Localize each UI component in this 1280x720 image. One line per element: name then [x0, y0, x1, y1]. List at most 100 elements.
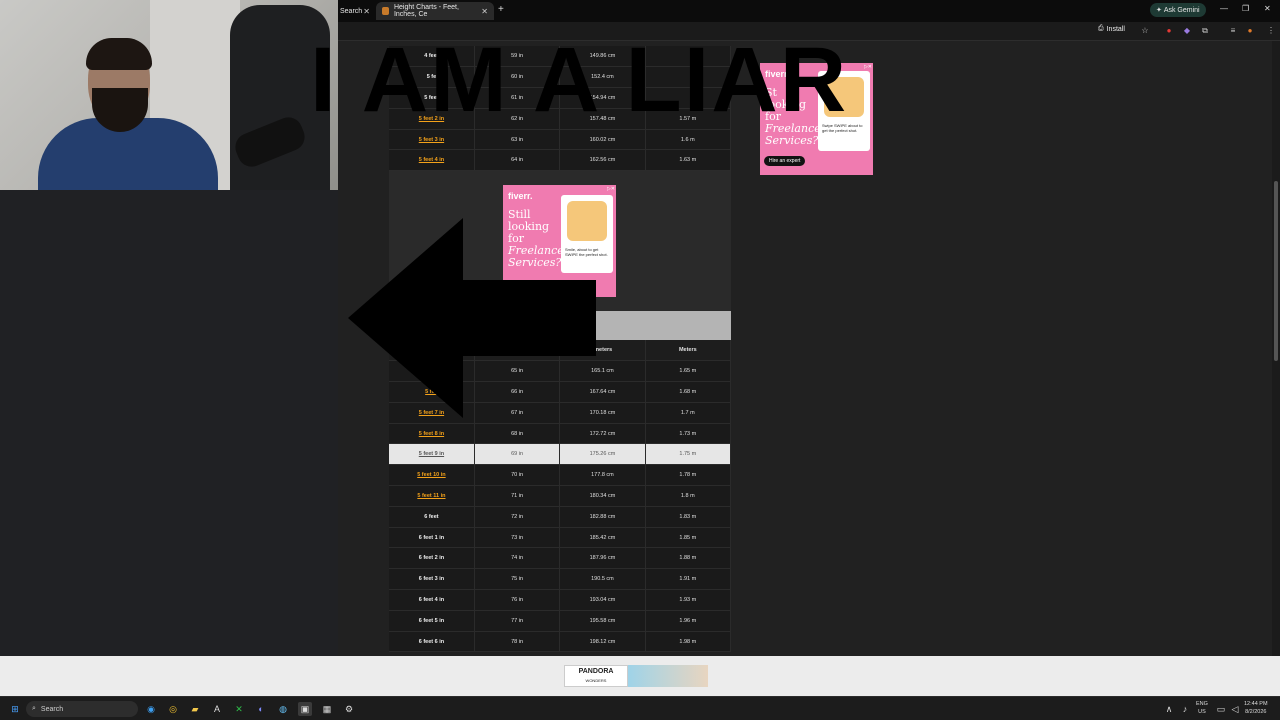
tab-search-label: Search	[340, 7, 363, 15]
ask-gemini-button[interactable]: ✦ Ask Gemini	[1150, 3, 1206, 17]
meters-cell: 1.98 m	[645, 631, 732, 653]
feet-link[interactable]: 5 feet 3 in	[389, 129, 475, 151]
extension-purple-icon[interactable]: ◆	[1182, 26, 1192, 36]
cm-cell: 185.42 cm	[559, 527, 646, 549]
close-icon[interactable]: ✕	[481, 7, 488, 16]
app-grid-icon[interactable]: ▦	[320, 702, 334, 716]
gemini-icon: ✦	[1156, 7, 1164, 14]
new-tab-icon[interactable]: +	[498, 4, 504, 15]
settings-icon[interactable]: ⚙	[342, 702, 356, 716]
pandora-logo: PANDORA WONDERS	[564, 665, 628, 687]
terminal-icon[interactable]: ▣	[298, 702, 312, 716]
cm-cell: 160.02 cm	[559, 129, 646, 151]
feet-cell: 6 feet 5 in	[389, 610, 475, 632]
install-label: Install	[1106, 25, 1125, 33]
close-icon[interactable]: ✕	[363, 7, 370, 16]
inches-cell: 71 in	[474, 485, 561, 507]
minimize-icon[interactable]: —	[1220, 4, 1228, 13]
extension-red-icon[interactable]: ●	[1164, 26, 1174, 36]
media-icon[interactable]: ≡	[1228, 26, 1238, 36]
discord-icon[interactable]: ◐	[254, 702, 268, 716]
feet-cell: 6 feet 3 in	[389, 568, 475, 591]
feet-link[interactable]: 5 feet 8 in	[389, 423, 475, 445]
feet-link[interactable]: 5 feet 9 in	[389, 443, 475, 466]
app-icon[interactable]: A	[210, 702, 224, 716]
menu-kebab-icon[interactable]: ⋮	[1266, 26, 1276, 36]
window-close-icon[interactable]: ✕	[1264, 4, 1271, 13]
scrollbar-thumb[interactable]	[1274, 181, 1278, 361]
extensions-puzzle-icon[interactable]: ⧉	[1200, 26, 1210, 36]
overlay-caption: I AM A LIAR	[310, 29, 849, 131]
inches-cell: 70 in	[474, 464, 561, 487]
feet-link[interactable]: 5 feet 11 in	[389, 485, 475, 507]
feet-link[interactable]: 5 feet 4 in	[389, 149, 475, 172]
meters-cell: 1.88 m	[645, 547, 732, 570]
cm-cell: 187.96 cm	[559, 547, 646, 570]
volume-icon[interactable]: ◁	[1228, 702, 1242, 716]
inches-cell: 75 in	[474, 568, 561, 591]
ad-choices-icon[interactable]: ▷✕	[864, 64, 872, 70]
tab-height-charts[interactable]: Height Charts - Feet, Inches, Ce ✕	[376, 2, 494, 20]
profile-avatar-icon[interactable]: ●	[1245, 26, 1255, 36]
cm-cell: 175.26 cm	[559, 443, 646, 466]
windows-start-icon[interactable]: ⊞	[8, 702, 22, 716]
inches-cell: 72 in	[474, 506, 561, 528]
meters-cell: 1.93 m	[645, 589, 732, 611]
meters-cell: 1.63 m	[645, 149, 732, 172]
hire-expert-button[interactable]: Hire an expert	[764, 156, 806, 166]
meters-cell: 1.7 m	[645, 402, 732, 424]
table-row: 6 feet 6 in 78 in 198.12 cm 1.98 m	[389, 631, 732, 653]
tray-chevron-icon[interactable]: ∧	[1162, 702, 1176, 716]
cm-cell: 162.56 cm	[559, 149, 646, 172]
table-row: 5 feet 4 in 64 in 162.56 cm 1.63 m	[389, 149, 732, 172]
taskbar: ⊞ ⌕ Search ◉ ◎ ▰ A ✕ ◐ ◍ ▣ ▦ ⚙ ∧ ♪ ENG U…	[0, 696, 1280, 720]
cm-cell: 182.88 cm	[559, 506, 646, 528]
taskbar-search-label: Search	[40, 705, 64, 713]
person-hair	[86, 38, 152, 70]
search-icon: ⌕	[32, 705, 36, 712]
feet-link[interactable]: 5 feet 10 in	[389, 464, 475, 487]
table-row: 6 feet 2 in 74 in 187.96 cm 1.88 m	[389, 547, 732, 570]
feet-cell: 6 feet 2 in	[389, 547, 475, 570]
language-indicator[interactable]: ENG US	[1196, 700, 1208, 716]
table-row: 6 feet 72 in 182.88 cm 1.83 m	[389, 506, 732, 528]
tab-active-label: Height Charts - Feet, Inches, Ce	[393, 4, 459, 18]
edge-icon[interactable]: ◉	[144, 702, 158, 716]
feet-cell: 6 feet 6 in	[389, 631, 475, 653]
meters-cell: 1.8 m	[645, 485, 732, 507]
microphone-icon[interactable]: ♪	[1178, 702, 1192, 716]
meters-cell: 1.68 m	[645, 381, 732, 403]
clock[interactable]: 12:44 PM 8/2/2026	[1244, 700, 1268, 716]
tab-search[interactable]: Search ✕	[334, 2, 376, 20]
xbox-icon[interactable]: ✕	[232, 702, 246, 716]
bottom-anchor-ad[interactable]: PANDORA WONDERS	[0, 656, 1280, 696]
feet-cell: 6 feet 4 in	[389, 589, 475, 611]
install-button[interactable]: ⎙ Install	[1098, 25, 1125, 33]
table-row: 5 feet 11 in 71 in 180.34 cm 1.8 m	[389, 485, 732, 507]
restore-icon[interactable]: ❐	[1242, 4, 1249, 13]
bookmark-star-icon[interactable]: ☆	[1140, 26, 1150, 36]
meters-cell: 1.6 m	[645, 129, 732, 151]
table-row: 6 feet 5 in 77 in 195.58 cm 1.96 m	[389, 610, 732, 632]
scrollbar[interactable]	[1272, 41, 1280, 656]
meters-cell: 1.73 m	[645, 423, 732, 445]
table-row: 5 feet 3 in 63 in 160.02 cm 1.6 m	[389, 129, 732, 151]
meters-cell: 1.75 m	[645, 443, 732, 466]
taskbar-search[interactable]: ⌕ Search	[26, 701, 138, 717]
webcam-overlay	[0, 0, 338, 190]
feet-cell: 6 feet 1 in	[389, 527, 475, 549]
chrome-icon[interactable]: ◎	[166, 702, 180, 716]
meters-cell: 1.83 m	[645, 506, 732, 528]
inches-cell: 76 in	[474, 589, 561, 611]
inches-cell: 63 in	[474, 129, 561, 151]
ad-choices-icon[interactable]: ▷✕	[607, 186, 615, 192]
cm-cell: 172.72 cm	[559, 423, 646, 445]
column-header-meters: Meters	[645, 340, 732, 362]
cm-cell: 177.8 cm	[559, 464, 646, 487]
steam-icon[interactable]: ◍	[276, 702, 290, 716]
inches-cell: 68 in	[474, 423, 561, 445]
cm-cell: 193.04 cm	[559, 589, 646, 611]
inches-cell: 77 in	[474, 610, 561, 632]
file-explorer-icon[interactable]: ▰	[188, 702, 202, 716]
network-icon[interactable]: ▭	[1214, 702, 1228, 716]
